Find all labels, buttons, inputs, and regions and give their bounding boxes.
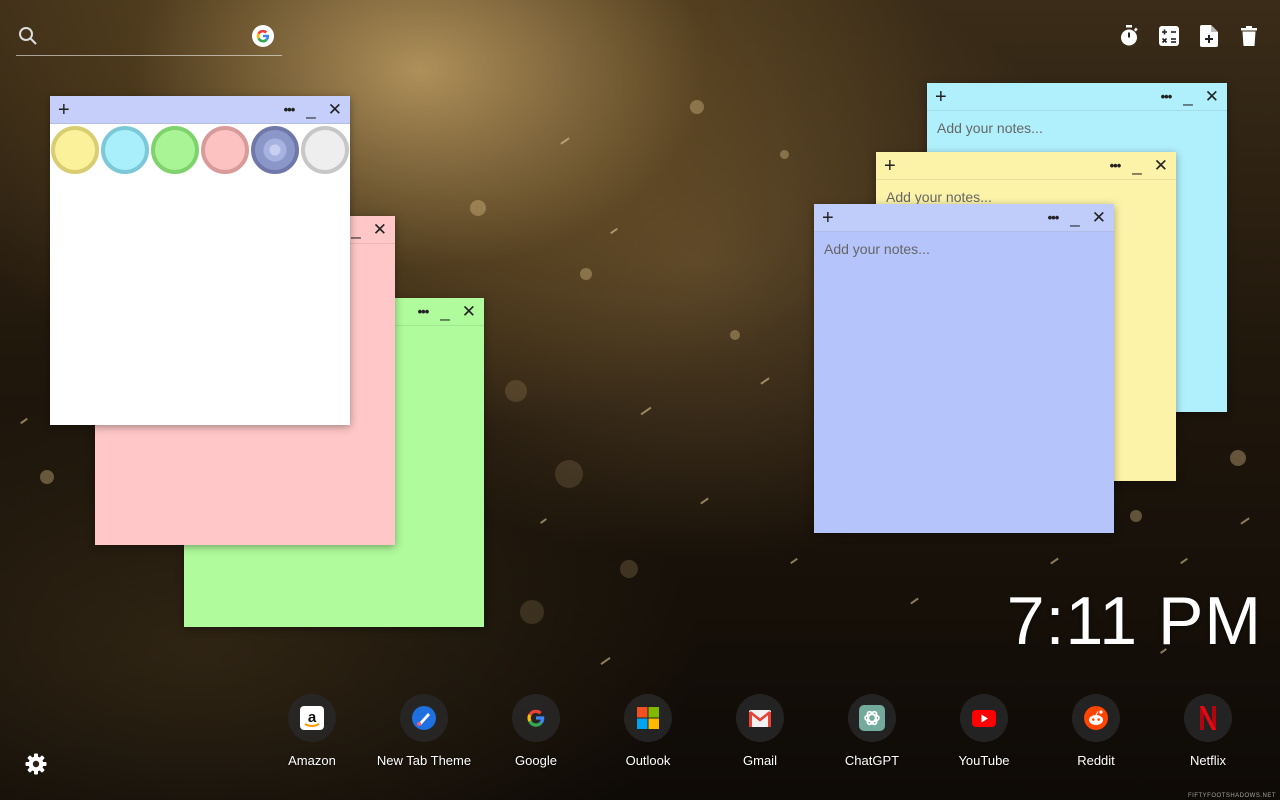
gmail-icon [736, 694, 784, 742]
youtube-icon [960, 694, 1008, 742]
shortcut-label: New Tab Theme [376, 753, 472, 768]
more-options-icon[interactable]: ••• [1048, 208, 1060, 228]
color-swatch-cyan[interactable] [101, 126, 149, 174]
new-tab-theme-icon [400, 694, 448, 742]
shortcut-label: YouTube [958, 753, 1010, 768]
netflix-icon [1184, 694, 1232, 742]
note-header: + ••• _ ✕ [50, 96, 350, 124]
color-palette [50, 124, 350, 176]
search-icon[interactable] [18, 26, 38, 51]
more-options-icon[interactable]: ••• [1161, 87, 1173, 107]
shortcut-google[interactable]: Google [480, 694, 592, 768]
minimize-icon[interactable]: _ [1132, 156, 1141, 176]
toolbar [1118, 24, 1260, 48]
minimize-icon[interactable]: _ [306, 100, 315, 120]
minimize-icon[interactable]: _ [1070, 208, 1079, 228]
trash-icon[interactable] [1238, 24, 1260, 48]
outlook-icon [624, 694, 672, 742]
wallpaper-credit: FIFTYFOOTSHADOWS.NET [1188, 793, 1276, 799]
close-icon[interactable]: ✕ [373, 220, 387, 240]
new-note-icon[interactable] [1198, 24, 1220, 48]
chatgpt-icon [848, 694, 896, 742]
color-swatch-pink[interactable] [201, 126, 249, 174]
shortcut-label: Amazon [288, 753, 336, 768]
color-swatch-yellow[interactable] [51, 126, 99, 174]
add-note-icon[interactable]: + [884, 156, 896, 176]
gear-icon[interactable] [24, 752, 48, 776]
timer-icon[interactable] [1118, 24, 1140, 48]
sticky-note-blue: + ••• _ ✕ [814, 204, 1114, 533]
note-header: + ••• _ ✕ [927, 83, 1227, 111]
google-icon [512, 694, 560, 742]
shortcut-netflix[interactable]: Netflix [1152, 694, 1264, 768]
add-note-icon[interactable]: + [935, 87, 947, 107]
close-icon[interactable]: ✕ [1092, 208, 1106, 228]
amazon-icon: a [288, 694, 336, 742]
shortcut-amazon[interactable]: a Amazon [256, 694, 368, 768]
calculator-icon[interactable] [1158, 24, 1180, 48]
shortcut-chatgpt[interactable]: ChatGPT [816, 694, 928, 768]
search-bar [16, 22, 282, 56]
more-options-icon[interactable]: ••• [418, 302, 430, 322]
note-header: + ••• _ ✕ [876, 152, 1176, 180]
color-swatch-green[interactable] [151, 126, 199, 174]
shortcut-label: Gmail [743, 753, 777, 768]
shortcut-label: Outlook [625, 753, 671, 768]
shortcut-gmail[interactable]: Gmail [704, 694, 816, 768]
shortcut-outlook[interactable]: Outlook [592, 694, 704, 768]
svg-text:a: a [308, 709, 317, 726]
app-dock: a Amazon New Tab Theme Google Outlook Gm… [256, 694, 1264, 768]
reddit-icon [1072, 694, 1120, 742]
sticky-note-white: + ••• _ ✕ [50, 96, 350, 425]
add-note-icon[interactable]: + [822, 208, 834, 228]
add-note-icon[interactable]: + [58, 100, 70, 120]
clock: 7:11 PM [1006, 583, 1262, 659]
more-options-icon[interactable]: ••• [1110, 156, 1122, 176]
minimize-icon[interactable]: _ [440, 302, 449, 322]
shortcut-label: Reddit [1077, 753, 1115, 768]
close-icon[interactable]: ✕ [462, 302, 476, 322]
shortcut-new-tab-theme[interactable]: New Tab Theme [368, 694, 480, 768]
color-swatch-gray[interactable] [301, 126, 349, 174]
more-options-icon[interactable]: ••• [284, 100, 296, 120]
minimize-icon[interactable]: _ [351, 220, 360, 240]
shortcut-label: Google [515, 753, 557, 768]
shortcut-youtube[interactable]: YouTube [928, 694, 1040, 768]
close-icon[interactable]: ✕ [328, 100, 342, 120]
shortcut-label: ChatGPT [844, 753, 900, 768]
note-header: + ••• _ ✕ [814, 204, 1114, 232]
shortcut-reddit[interactable]: Reddit [1040, 694, 1152, 768]
minimize-icon[interactable]: _ [1183, 87, 1192, 107]
google-icon[interactable] [252, 25, 274, 47]
close-icon[interactable]: ✕ [1154, 156, 1168, 176]
search-input[interactable] [46, 26, 246, 50]
shortcut-label: Netflix [1189, 753, 1227, 768]
color-swatch-blue-selected[interactable] [251, 126, 299, 174]
note-textarea[interactable] [814, 233, 1114, 533]
close-icon[interactable]: ✕ [1205, 87, 1219, 107]
